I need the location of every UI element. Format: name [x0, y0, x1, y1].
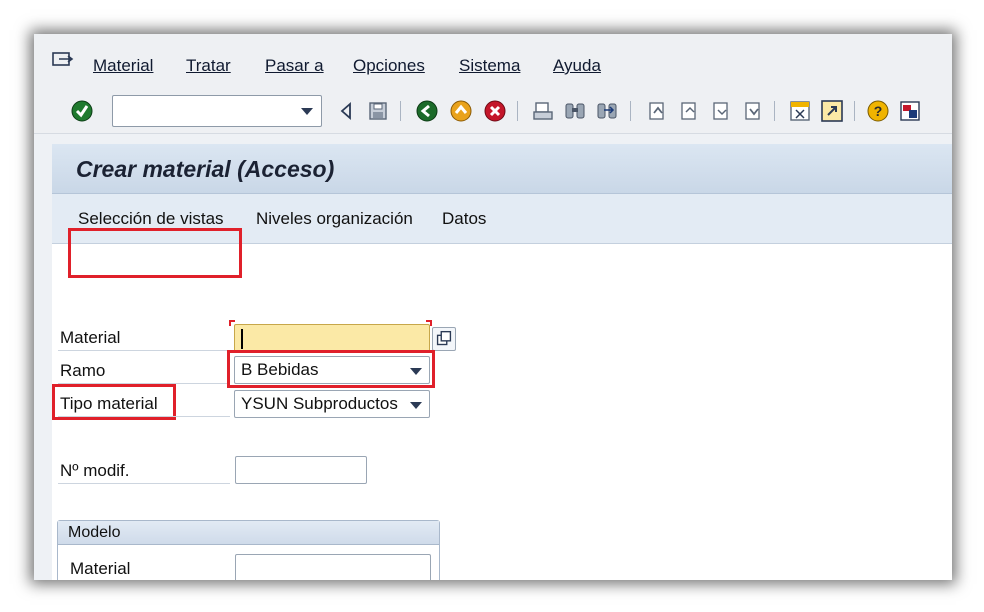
- niveles-organizacion-button[interactable]: Niveles organización: [256, 209, 413, 229]
- last-page-icon[interactable]: [740, 99, 764, 123]
- material-input[interactable]: [234, 324, 430, 352]
- menu-tratar[interactable]: Tratar: [186, 56, 231, 76]
- toolbar-separator: [400, 101, 401, 121]
- label-underline: [58, 416, 230, 417]
- screen-area: Crear material (Acceso) Selección de vis…: [52, 144, 952, 580]
- ramo-select-value: B Bebidas: [241, 360, 319, 379]
- toolbar-separator: [854, 101, 855, 121]
- datos-button[interactable]: Datos: [442, 209, 486, 229]
- value-help-icon[interactable]: [432, 327, 456, 351]
- standard-toolbar: ?: [34, 90, 952, 134]
- prev-page-icon[interactable]: [676, 99, 700, 123]
- modelo-material-label: Material: [70, 559, 131, 578]
- numero-modificacion-label: Nº modif.: [60, 461, 130, 480]
- menu-material[interactable]: Material: [93, 56, 153, 76]
- menu-pasar-a-label: Pasar a: [265, 56, 324, 75]
- menu-sistema[interactable]: Sistema: [459, 56, 520, 76]
- find-icon[interactable]: [563, 99, 587, 123]
- print-icon[interactable]: [531, 99, 555, 123]
- svg-text:?: ?: [874, 103, 883, 119]
- material-label: Material: [60, 328, 121, 347]
- next-page-icon[interactable]: [708, 99, 732, 123]
- layout-icon[interactable]: [898, 99, 922, 123]
- menu-pasar-a[interactable]: Pasar a: [265, 56, 324, 76]
- toolbar-separator: [774, 101, 775, 121]
- toolbar-separator: [630, 101, 631, 121]
- enter-icon[interactable]: [70, 99, 94, 123]
- modelo-group: Modelo Material: [57, 520, 440, 580]
- tipo-material-select-value: YSUN Subproductos: [241, 394, 398, 413]
- system-menu-icon[interactable]: [52, 52, 74, 70]
- first-page-icon[interactable]: [644, 99, 668, 123]
- text-caret: [241, 329, 243, 349]
- label-underline: [58, 383, 230, 384]
- menu-ayuda-label: Ayuda: [553, 56, 601, 75]
- chevron-down-icon[interactable]: [410, 402, 422, 409]
- command-field[interactable]: [112, 95, 322, 127]
- page-title: Crear material (Acceso): [76, 156, 335, 182]
- exit-icon[interactable]: [449, 99, 473, 123]
- numero-modificacion-input[interactable]: [235, 456, 367, 484]
- find-next-icon[interactable]: [595, 99, 619, 123]
- cancel-icon[interactable]: [483, 99, 507, 123]
- focus-corner: [229, 320, 235, 326]
- menu-bar: Material Tratar Pasar a Opciones Sistema…: [34, 34, 952, 90]
- shortcut-icon[interactable]: [820, 99, 844, 123]
- title-bar: Crear material (Acceso): [52, 144, 952, 194]
- help-icon[interactable]: ?: [866, 99, 890, 123]
- chevron-down-icon[interactable]: [410, 368, 422, 375]
- ramo-select[interactable]: B Bebidas: [234, 356, 430, 384]
- menu-material-label: Material: [93, 56, 154, 75]
- menu-ayuda[interactable]: Ayuda: [553, 56, 601, 76]
- modelo-material-input[interactable]: [235, 554, 431, 580]
- focus-corner: [426, 320, 432, 326]
- label-underline: [58, 350, 230, 351]
- menu-tratar-label: Tratar: [186, 56, 231, 75]
- seleccion-de-vistas-button[interactable]: Selección de vistas: [78, 209, 224, 229]
- save-icon[interactable]: [366, 99, 390, 123]
- chevron-down-icon[interactable]: [301, 108, 313, 115]
- menu-opciones-label: Opciones: [353, 56, 425, 75]
- tipo-material-label: Tipo material: [60, 394, 158, 413]
- back-icon[interactable]: [415, 99, 439, 123]
- sap-window: Material Tratar Pasar a Opciones Sistema…: [34, 34, 952, 580]
- new-session-icon[interactable]: [788, 99, 812, 123]
- menu-opciones[interactable]: Opciones: [353, 56, 425, 76]
- menu-sistema-label: Sistema: [459, 56, 521, 75]
- modelo-group-title: Modelo: [68, 524, 121, 541]
- label-underline: [58, 483, 230, 484]
- back-triangle-icon[interactable]: [334, 99, 358, 123]
- application-toolbar: Selección de vistas Niveles organización…: [52, 194, 952, 244]
- ramo-label: Ramo: [60, 361, 106, 380]
- toolbar-separator: [517, 101, 518, 121]
- modelo-group-header: Modelo: [58, 521, 439, 545]
- tipo-material-select[interactable]: YSUN Subproductos: [234, 390, 430, 418]
